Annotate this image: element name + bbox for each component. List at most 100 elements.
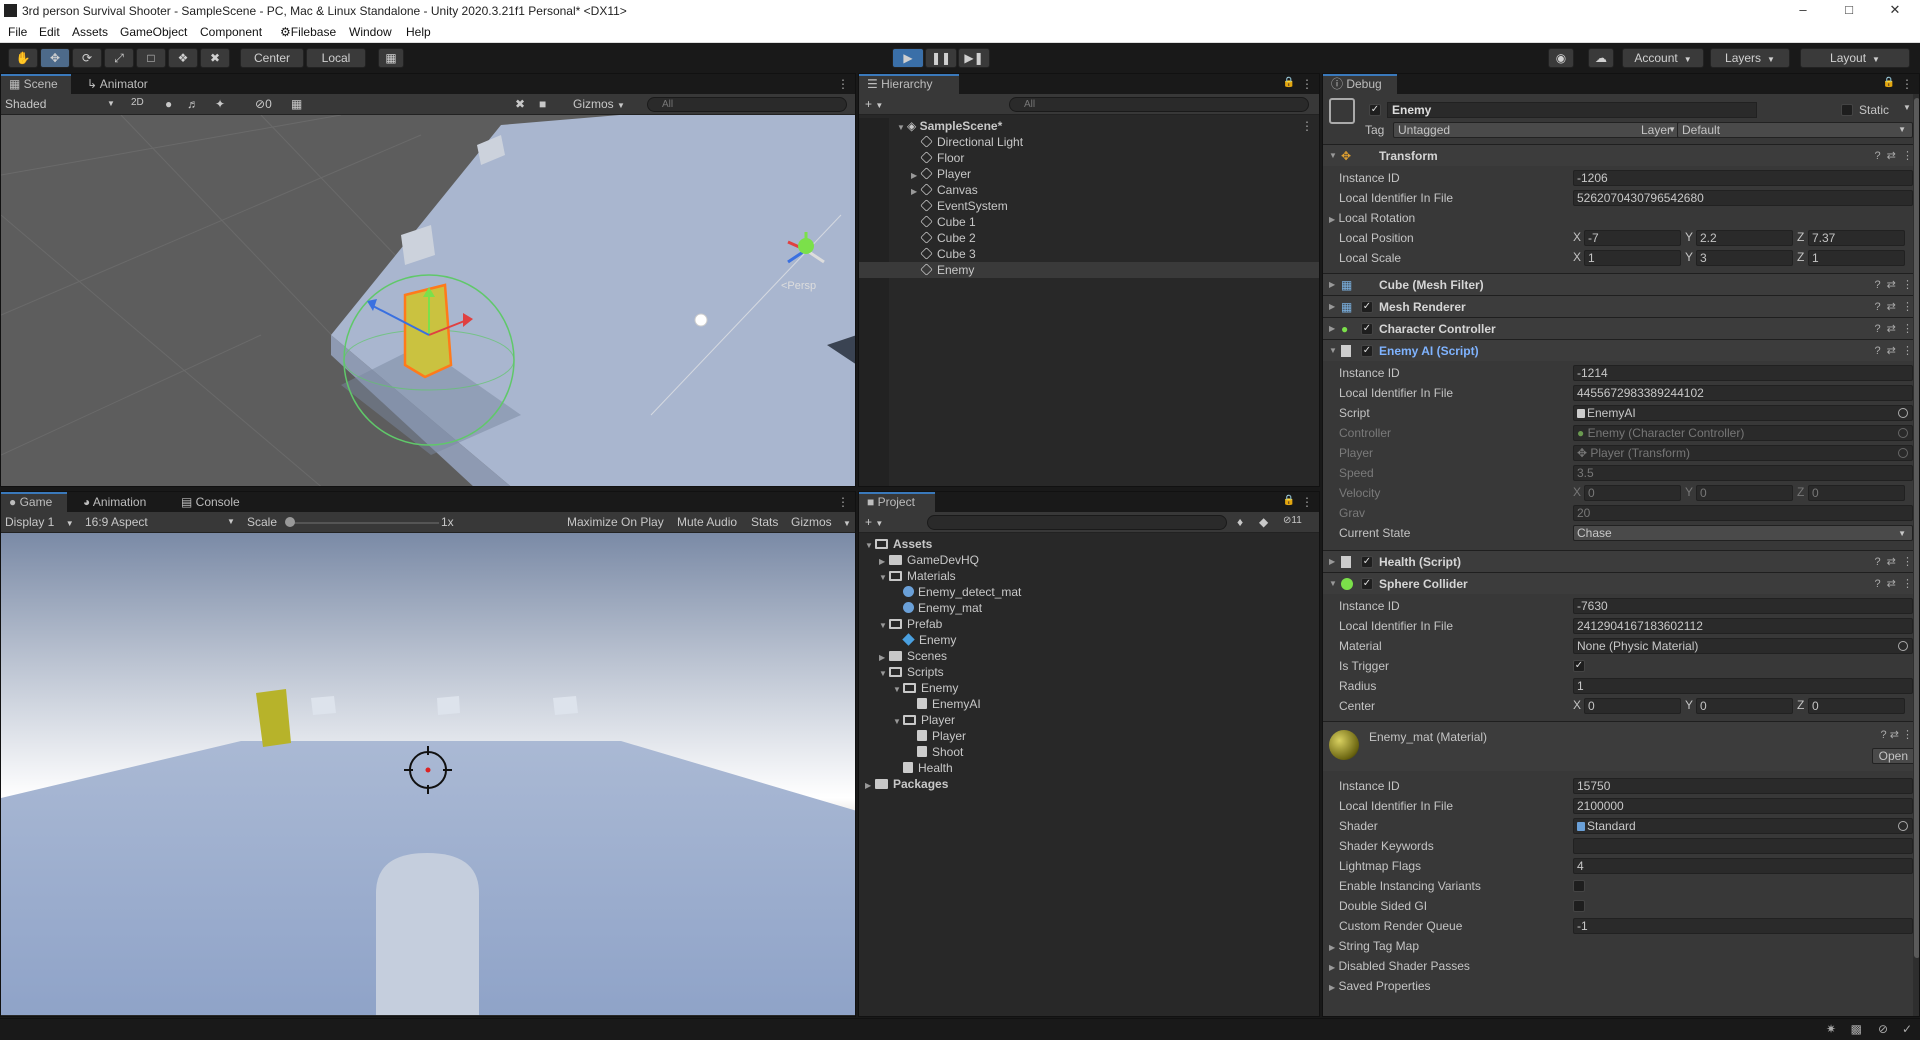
menu-window[interactable]: Window: [349, 25, 392, 39]
object-picker-icon[interactable]: [1898, 821, 1908, 831]
camera-icon[interactable]: ■: [539, 97, 546, 111]
is-trigger-checkbox[interactable]: ✓: [1573, 660, 1585, 672]
tab-animation[interactable]: ◕ Animation: [75, 492, 154, 512]
object-picker-icon[interactable]: [1898, 408, 1908, 418]
transform-header[interactable]: ▼ ✥ Transform ? ⇄ ⋮: [1323, 144, 1919, 166]
cloud-icon[interactable]: ☁: [1588, 48, 1614, 68]
tab-project[interactable]: ■ Project: [859, 492, 935, 512]
debug-mode-icon[interactable]: ✷: [1826, 1022, 1836, 1036]
inspector-scrollbar-thumb[interactable]: [1914, 98, 1919, 958]
project-item[interactable]: EnemyAI: [859, 696, 1319, 712]
custom-tool-icon[interactable]: ✖: [200, 48, 230, 68]
speed-field[interactable]: 3.5: [1573, 465, 1913, 481]
cache-icon[interactable]: ⊘: [1878, 1022, 1888, 1036]
scale-x-value[interactable]: 1: [1584, 250, 1681, 266]
scale-z-value[interactable]: 1: [1808, 250, 1905, 266]
step-button[interactable]: ▶❚: [958, 48, 990, 68]
mesh-renderer-enabled-checkbox[interactable]: ✓: [1361, 301, 1373, 313]
scale-y-value[interactable]: 3: [1696, 250, 1793, 266]
grid-icon[interactable]: ▦: [291, 97, 302, 111]
close-icon[interactable]: ✕: [1872, 2, 1918, 20]
pause-button[interactable]: ❚❚: [925, 48, 957, 68]
component-tools[interactable]: ? ⇄ ⋮: [1874, 274, 1913, 296]
game-gizmos-dropdown[interactable]: Gizmos ▼: [791, 515, 851, 529]
audio-icon[interactable]: ♬: [187, 97, 199, 111]
aspect-dropdown[interactable]: 16:9 Aspect ▼: [85, 515, 235, 529]
position-x-value[interactable]: -7: [1584, 230, 1681, 246]
lock-icon[interactable]: 🔒: [1283, 495, 1295, 506]
project-item[interactable]: Health: [859, 760, 1319, 776]
shader-field[interactable]: Standard: [1573, 818, 1913, 834]
panel-menu-icon[interactable]: ⋮: [1301, 77, 1313, 91]
component-tools[interactable]: ? ⇄ ⋮: [1874, 296, 1913, 318]
project-item[interactable]: ▼ Scripts: [859, 664, 1319, 680]
panel-menu-icon[interactable]: ⋮: [837, 77, 849, 91]
gizmos-dropdown[interactable]: Gizmos ▼: [573, 97, 625, 111]
project-item[interactable]: ▶ Scenes: [859, 648, 1319, 664]
hierarchy-item[interactable]: ▶ Canvas: [859, 182, 1319, 198]
active-checkbox[interactable]: ✓: [1369, 104, 1381, 116]
component-tools[interactable]: ? ⇄ ⋮: [1874, 551, 1913, 573]
hierarchy-item[interactable]: Cube 3: [859, 246, 1319, 262]
hierarchy-item[interactable]: EventSystem: [859, 198, 1319, 214]
project-item[interactable]: ▼ Enemy: [859, 680, 1319, 696]
velocity-y-value[interactable]: 0: [1696, 485, 1793, 501]
progress-icon[interactable]: ▩: [1851, 1022, 1862, 1036]
scale-slider-handle[interactable]: [285, 517, 295, 527]
tab-hierarchy[interactable]: ☰ Hierarchy: [859, 74, 959, 94]
hierarchy-item[interactable]: Directional Light: [859, 134, 1319, 150]
rotate-tool-icon[interactable]: ⟳: [72, 48, 102, 68]
menu-component[interactable]: Component: [200, 25, 262, 39]
controller-field[interactable]: ● Enemy (Character Controller): [1573, 425, 1913, 441]
grid-snap-icon[interactable]: ▦: [378, 48, 404, 68]
menu-file[interactable]: File: [8, 25, 27, 39]
component-tools[interactable]: ? ⇄ ⋮: [1874, 318, 1913, 340]
project-item[interactable]: ▼ Prefab: [859, 616, 1319, 632]
double-sided-gi-checkbox[interactable]: [1573, 900, 1585, 912]
component-tools[interactable]: ? ⇄ ⋮: [1881, 728, 1913, 741]
menu-assets[interactable]: Assets: [72, 25, 108, 39]
project-search-input[interactable]: [927, 515, 1227, 530]
project-item[interactable]: Enemy_detect_mat: [859, 584, 1319, 600]
lighting-icon[interactable]: ●: [165, 97, 172, 111]
display-dropdown[interactable]: Display 1 ▼: [5, 515, 74, 529]
hierarchy-item[interactable]: Enemy: [859, 262, 1319, 278]
instance-id-field[interactable]: -7630: [1573, 598, 1913, 614]
pivot-local-button[interactable]: Local: [306, 48, 366, 68]
create-add-icon[interactable]: + ▼: [865, 97, 883, 111]
shader-keywords-field[interactable]: [1573, 838, 1913, 854]
shading-mode-dropdown[interactable]: Shaded ▼: [5, 97, 115, 111]
project-item[interactable]: Enemy_mat: [859, 600, 1319, 616]
local-id-field[interactable]: 2412904167183602112: [1573, 618, 1913, 634]
project-item[interactable]: ▼ Player: [859, 712, 1319, 728]
maximize-icon[interactable]: □: [1826, 2, 1872, 20]
scene-menu-icon[interactable]: ⋮: [1301, 118, 1313, 134]
instance-id-field[interactable]: -1206: [1573, 170, 1913, 186]
fold-closed-icon[interactable]: ▶: [865, 778, 875, 794]
rect-tool-icon[interactable]: □: [136, 48, 166, 68]
lock-icon[interactable]: 🔒: [1883, 77, 1895, 88]
filter-label-icon[interactable]: ◆: [1259, 515, 1268, 529]
project-item[interactable]: Enemy: [859, 632, 1319, 648]
string-tag-map-row[interactable]: ▶ String Tag Map: [1323, 937, 1919, 955]
scene-viewport[interactable]: <Persp: [1, 115, 855, 486]
project-item[interactable]: ▼ Materials: [859, 568, 1319, 584]
mesh-renderer-header[interactable]: ▶ ▦ ✓ Mesh Renderer ? ⇄ ⋮: [1323, 295, 1919, 318]
character-controller-header[interactable]: ▶ ● ✓ Character Controller ? ⇄ ⋮: [1323, 317, 1919, 340]
project-item[interactable]: ▶ Packages: [859, 776, 1319, 794]
center-z-value[interactable]: 0: [1808, 698, 1905, 714]
saved-properties-row[interactable]: ▶ Saved Properties: [1323, 977, 1919, 995]
pivot-center-button[interactable]: Center: [240, 48, 304, 68]
transform-tool-icon[interactable]: ❖: [168, 48, 198, 68]
scale-slider-track[interactable]: [289, 522, 439, 524]
mode-2d-button[interactable]: 2D: [131, 97, 144, 108]
hierarchy-scene-row[interactable]: ▼ ◈ SampleScene* ⋮: [859, 118, 1319, 134]
disabled-passes-row[interactable]: ▶ Disabled Shader Passes: [1323, 957, 1919, 975]
maximize-on-play-toggle[interactable]: Maximize On Play: [567, 515, 664, 529]
mute-audio-toggle[interactable]: Mute Audio: [677, 515, 737, 529]
panel-menu-icon[interactable]: ⋮: [1901, 77, 1913, 91]
sphere-collider-enabled-checkbox[interactable]: ✓: [1361, 578, 1373, 590]
menu-gameobject[interactable]: GameObject: [120, 25, 187, 39]
position-z-value[interactable]: 7.37: [1808, 230, 1905, 246]
hidden-objects-icon[interactable]: ⊘0: [255, 97, 272, 111]
